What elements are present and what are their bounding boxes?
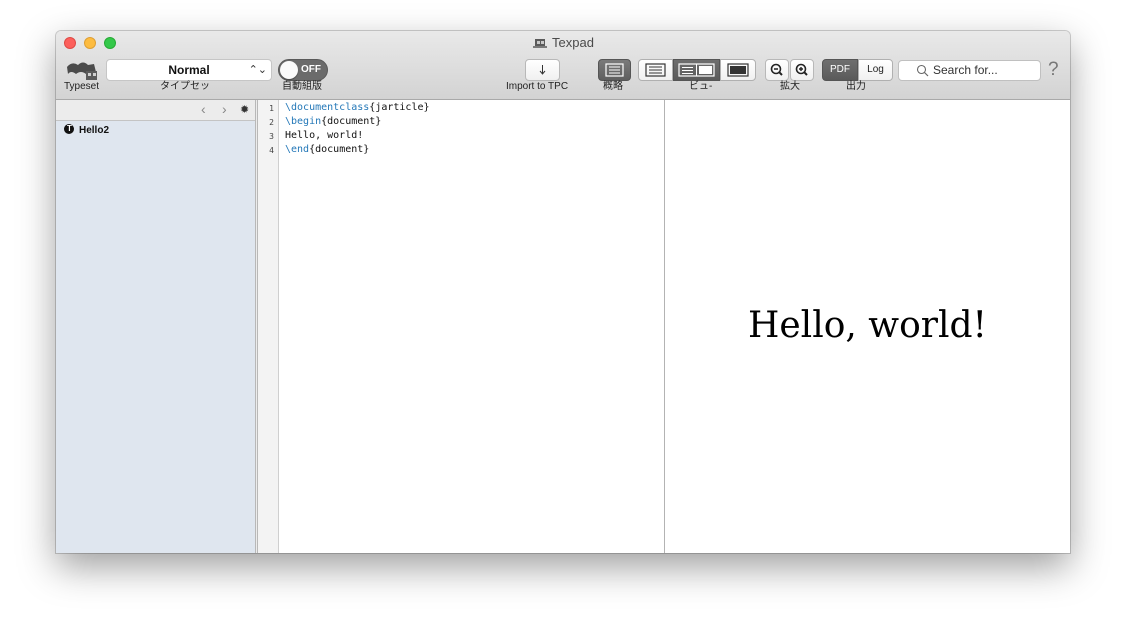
view-split-button[interactable] xyxy=(673,59,720,81)
latex-argument: {jarticle} xyxy=(369,102,430,113)
typeset-mode-value: Normal xyxy=(168,63,210,77)
search-placeholder: Search for... xyxy=(933,63,998,77)
sidebar-header: ‹ › ✹ xyxy=(56,100,255,121)
file-sidebar: ‹ › ✹ T Hello2 xyxy=(56,100,256,553)
toggle-state-text: OFF xyxy=(301,64,321,75)
typeset-icon xyxy=(67,62,97,80)
search-field[interactable]: Search for... xyxy=(898,60,1041,81)
code-line: \documentclass{jarticle} xyxy=(285,101,430,115)
pdf-preview[interactable]: Hello, world! xyxy=(665,100,1070,553)
zoom-label: 拡大 xyxy=(780,81,800,92)
output-label: 出力 xyxy=(846,81,866,92)
import-button[interactable] xyxy=(525,59,560,81)
code-line: Hello, world! xyxy=(285,129,363,143)
chevron-left-icon[interactable]: ‹ xyxy=(201,101,206,117)
tex-file-icon: T xyxy=(64,124,74,134)
source-editor[interactable]: \documentclass{jarticle} \begin{document… xyxy=(279,100,665,553)
latex-command: \begin xyxy=(285,116,322,127)
line-number: 2 xyxy=(269,118,274,127)
window-title-text: Texpad xyxy=(552,35,594,50)
preview-text: Hello, world! xyxy=(747,305,987,346)
output-pdf-button[interactable]: PDF xyxy=(822,59,858,81)
typeset-button[interactable] xyxy=(64,58,100,82)
app-window: Texpad Typeset Normal ⌃⌄ タイプセッ OFF 自動組版 xyxy=(56,31,1070,553)
typeset-mode-label: タイプセッ xyxy=(160,81,210,92)
auto-typeset-label: 自動組版 xyxy=(282,81,322,92)
typeset-mode-select[interactable]: Normal ⌃⌄ xyxy=(106,59,272,81)
texpad-app-icon xyxy=(532,37,548,53)
view-editor-only-button[interactable] xyxy=(638,59,673,81)
help-button[interactable]: ? xyxy=(1048,59,1059,81)
view-label: ビュ- xyxy=(689,81,713,92)
line-number-gutter: 1 2 3 4 xyxy=(257,100,279,553)
latex-argument: {document} xyxy=(309,144,370,155)
latex-command: \documentclass xyxy=(285,102,370,113)
output-log-button[interactable]: Log xyxy=(858,59,893,81)
log-label: Log xyxy=(867,64,884,75)
latex-argument: Hello, world! xyxy=(285,130,364,141)
chevron-updown-icon: ⌃⌄ xyxy=(248,64,267,76)
toggle-knob xyxy=(280,61,298,79)
line-number: 4 xyxy=(269,146,274,155)
zoom-in-icon xyxy=(795,63,808,76)
outline-label: 概略 xyxy=(603,81,623,92)
zoom-in-button[interactable] xyxy=(790,59,814,81)
outline-icon xyxy=(605,63,624,77)
zoom-out-button[interactable] xyxy=(765,59,789,81)
typeset-label: Typeset xyxy=(64,81,100,92)
import-label: Import to TPC xyxy=(506,81,569,92)
search-icon xyxy=(916,64,929,83)
auto-typeset-toggle[interactable]: OFF xyxy=(278,59,328,81)
sidebar-item-label: Hello2 xyxy=(79,125,110,136)
editor-only-icon xyxy=(645,63,666,77)
sidebar-item-hello2[interactable]: T Hello2 xyxy=(64,124,109,136)
download-arrow-icon xyxy=(539,65,546,75)
zoom-out-icon xyxy=(770,63,783,76)
split-view-icon xyxy=(678,63,715,77)
latex-command: \end xyxy=(285,144,310,155)
latex-argument: {document} xyxy=(321,116,382,127)
preview-only-icon xyxy=(727,63,749,77)
toolbar: Texpad Typeset Normal ⌃⌄ タイプセッ OFF 自動組版 xyxy=(56,31,1070,100)
outline-button[interactable] xyxy=(598,59,631,81)
code-line: \begin{document} xyxy=(285,115,381,129)
chevron-right-icon[interactable]: › xyxy=(222,101,227,117)
code-line: \end{document} xyxy=(285,143,369,157)
gear-icon[interactable]: ✹ xyxy=(240,103,249,116)
line-number: 1 xyxy=(269,104,274,113)
window-title: Texpad xyxy=(56,35,1070,53)
pdf-label: PDF xyxy=(830,64,850,75)
view-preview-only-button[interactable] xyxy=(720,59,756,81)
line-number: 3 xyxy=(269,132,274,141)
